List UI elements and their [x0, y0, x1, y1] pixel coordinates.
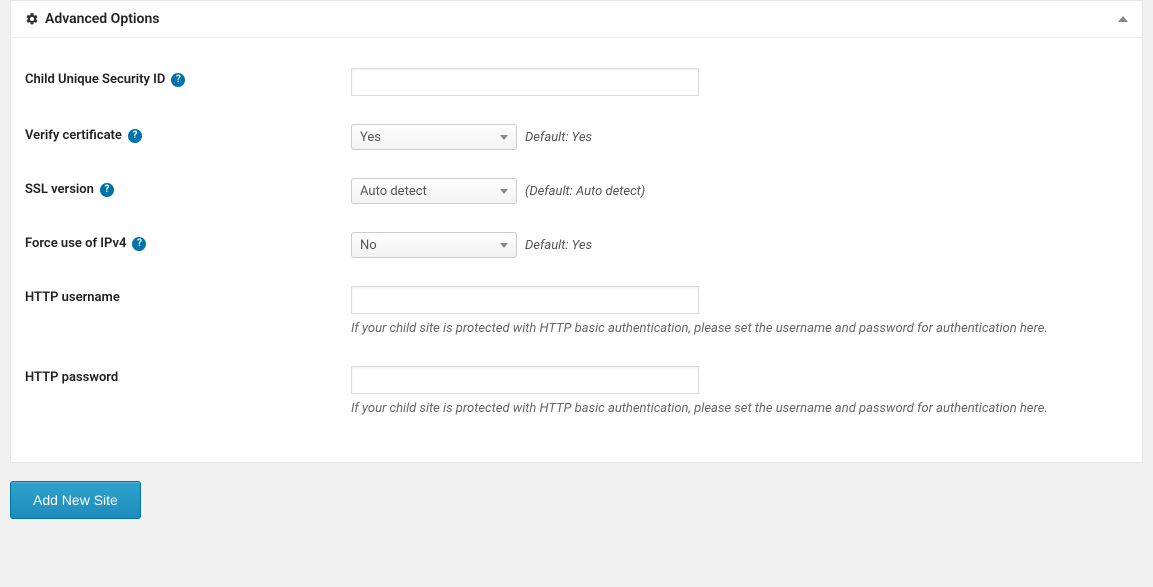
collapse-up-icon — [1118, 16, 1128, 22]
ssl-version-select[interactable]: Auto detect — [351, 178, 517, 204]
gear-icon — [25, 12, 39, 26]
hint-ssl-version: (Default: Auto detect) — [525, 184, 645, 199]
row-http-username: HTTP username If your child site is prot… — [25, 272, 1128, 352]
force-ipv4-select[interactable]: No — [351, 232, 517, 258]
label-ssl-version: SSL version — [25, 182, 94, 197]
security-id-input[interactable] — [351, 68, 699, 96]
help-icon[interactable]: ? — [132, 237, 146, 251]
row-http-password: HTTP password If your child site is prot… — [25, 352, 1128, 432]
label-security-id: Child Unique Security ID — [25, 72, 165, 87]
desc-http-username: If your child site is protected with HTT… — [351, 320, 1091, 338]
row-security-id: Child Unique Security ID ? — [25, 54, 1128, 110]
verify-certificate-select[interactable]: Yes — [351, 124, 517, 150]
help-icon[interactable]: ? — [128, 129, 142, 143]
row-force-ipv4: Force use of IPv4 ? No Default: Yes — [25, 218, 1128, 272]
advanced-options-panel: Advanced Options Child Unique Security I… — [10, 0, 1143, 463]
label-verify-certificate: Verify certificate — [25, 128, 122, 143]
chevron-down-icon — [500, 243, 508, 248]
row-ssl-version: SSL version ? Auto detect (Default: Auto… — [25, 164, 1128, 218]
hint-force-ipv4: Default: Yes — [525, 238, 592, 253]
chevron-down-icon — [500, 189, 508, 194]
desc-http-password: If your child site is protected with HTT… — [351, 400, 1091, 418]
chevron-down-icon — [500, 135, 508, 140]
select-value: No — [360, 238, 377, 253]
http-username-input[interactable] — [351, 286, 699, 314]
add-new-site-button[interactable]: Add New Site — [10, 481, 141, 519]
help-icon[interactable]: ? — [171, 73, 185, 87]
select-value: Yes — [360, 130, 381, 145]
advanced-options-header[interactable]: Advanced Options — [11, 1, 1142, 38]
panel-body: Child Unique Security ID ? Verify certif… — [11, 38, 1142, 462]
http-password-input[interactable] — [351, 366, 699, 394]
label-http-username: HTTP username — [25, 290, 120, 305]
hint-verify-certificate: Default: Yes — [525, 130, 592, 145]
label-force-ipv4: Force use of IPv4 — [25, 236, 126, 251]
panel-title: Advanced Options — [45, 11, 159, 27]
select-value: Auto detect — [360, 184, 427, 199]
row-verify-certificate: Verify certificate ? Yes Default: Yes — [25, 110, 1128, 164]
label-http-password: HTTP password — [25, 370, 118, 385]
help-icon[interactable]: ? — [100, 183, 114, 197]
